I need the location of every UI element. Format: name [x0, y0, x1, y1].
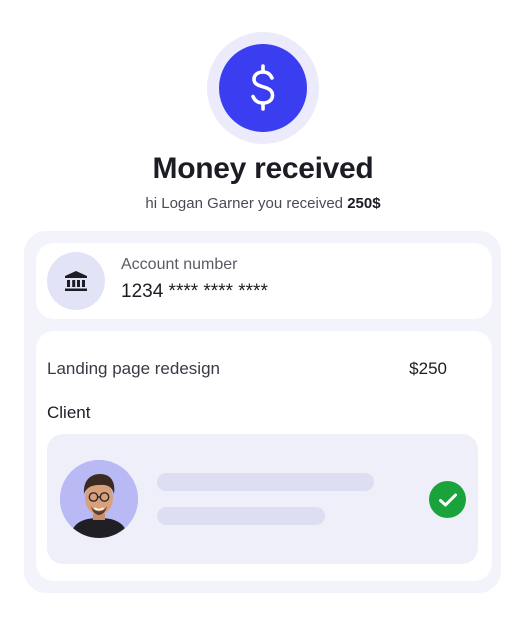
client-row[interactable]: [47, 434, 478, 564]
client-avatar: [60, 460, 138, 538]
account-number-label: Account number: [121, 256, 238, 273]
check-circle-icon: [429, 481, 466, 518]
received-amount: 250$: [347, 195, 381, 212]
bank-icon: [47, 252, 105, 310]
page-title: Money received: [152, 152, 374, 185]
dollar-icon: [219, 44, 307, 132]
project-name: Landing page redesign: [47, 359, 220, 378]
project-card: Landing page redesign $250 Client: [36, 331, 492, 581]
client-detail-placeholder: [157, 507, 325, 525]
project-amount: $250: [409, 359, 447, 378]
received-message-text: hi Logan Garner you received: [145, 195, 348, 212]
client-label: Client: [47, 403, 91, 422]
hero-icon-ring: [207, 32, 319, 144]
received-message: hi Logan Garner you received 250$: [0, 195, 526, 212]
account-number-value: 1234 **** **** ****: [121, 281, 268, 302]
client-name-placeholder: [157, 473, 374, 491]
account-card: Account number 1234 **** **** ****: [36, 243, 492, 319]
